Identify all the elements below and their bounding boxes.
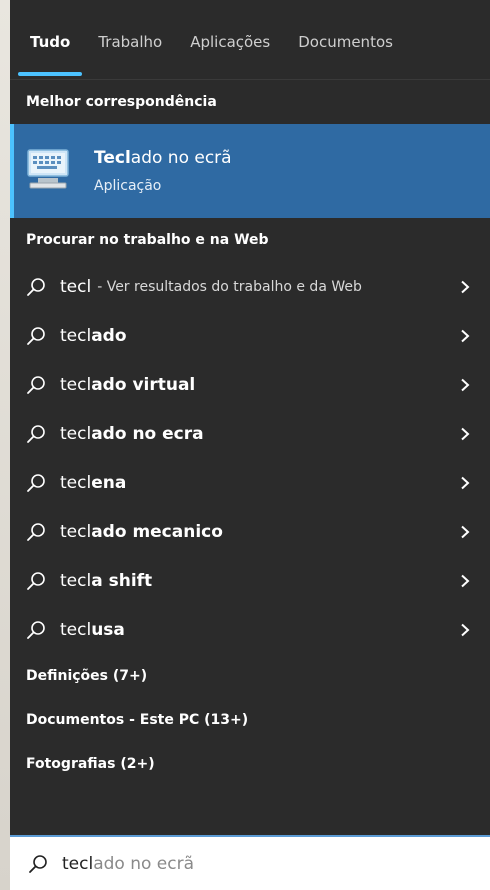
chevron-right-icon — [461, 574, 470, 587]
search-input[interactable]: teclado no ecrã — [62, 854, 194, 874]
tab-work[interactable]: Trabalho — [98, 33, 162, 51]
section-documents-this-pc[interactable]: Documentos - Este PC (13+) — [10, 698, 490, 742]
web-suggestion-item[interactable]: teclusa — [10, 605, 490, 654]
suggestion-hint: - Ver resultados do trabalho e da Web — [97, 278, 362, 295]
chevron-right-icon — [461, 525, 470, 538]
web-suggestion-item[interactable]: teclado no ecra — [10, 409, 490, 458]
tab-all[interactable]: Tudo — [17, 33, 83, 76]
suggestion-text: teclado virtual — [60, 374, 196, 395]
tab-apps[interactable]: Aplicações — [190, 33, 270, 51]
search-icon — [27, 375, 45, 394]
suggestion-text: teclado — [60, 325, 127, 346]
suggestion-text: teclado no ecra — [60, 423, 204, 444]
search-icon — [27, 326, 45, 345]
web-suggestion-item[interactable]: teclado — [10, 311, 490, 360]
chevron-right-icon — [461, 623, 470, 636]
web-suggestion-item[interactable]: tecl - Ver resultados do trabalho e da W… — [10, 262, 490, 311]
suggestion-text: teclusa — [60, 619, 125, 640]
best-match-title: Teclado no ecrã — [94, 148, 232, 168]
best-match-text: Teclado no ecrã Aplicação — [94, 148, 232, 194]
best-match-result[interactable]: Teclado no ecrã Aplicação — [10, 124, 490, 218]
best-match-subtitle: Aplicação — [94, 178, 162, 194]
search-results-panel: Tudo Trabalho Aplicações Documentos Melh… — [10, 0, 490, 835]
filter-tabs: Tudo Trabalho Aplicações Documentos — [10, 0, 490, 80]
chevron-right-icon — [461, 280, 470, 293]
search-icon — [27, 277, 45, 296]
on-screen-keyboard-icon — [27, 149, 69, 189]
tab-documents[interactable]: Documentos — [298, 33, 393, 51]
chevron-right-icon — [461, 329, 470, 342]
best-match-heading: Melhor correspondência — [26, 94, 217, 110]
chevron-right-icon — [461, 427, 470, 440]
chevron-right-icon — [461, 476, 470, 489]
desktop-backdrop — [0, 0, 10, 890]
section-photos[interactable]: Fotografias (2+) — [10, 742, 490, 786]
web-suggestion-item[interactable]: teclado mecanico — [10, 507, 490, 556]
search-icon — [27, 473, 45, 492]
search-icon — [27, 620, 45, 639]
web-suggestions-list: tecl - Ver resultados do trabalho e da W… — [10, 262, 490, 654]
search-box[interactable]: teclado no ecrã — [10, 835, 490, 890]
suggestion-text: tecla shift — [60, 570, 153, 591]
suggestion-text: teclena — [60, 472, 127, 493]
section-settings[interactable]: Definições (7+) — [10, 654, 490, 698]
web-suggestion-item[interactable]: teclado virtual — [10, 360, 490, 409]
suggestion-text: teclado mecanico — [60, 521, 223, 542]
web-suggestion-item[interactable]: tecla shift — [10, 556, 490, 605]
web-search-heading: Procurar no trabalho e na Web — [26, 232, 269, 248]
web-suggestion-item[interactable]: teclena — [10, 458, 490, 507]
search-icon — [29, 854, 47, 873]
search-icon — [27, 571, 45, 590]
chevron-right-icon — [461, 378, 470, 391]
suggestion-text: tecl — [60, 276, 92, 297]
search-icon — [27, 522, 45, 541]
search-icon — [27, 424, 45, 443]
